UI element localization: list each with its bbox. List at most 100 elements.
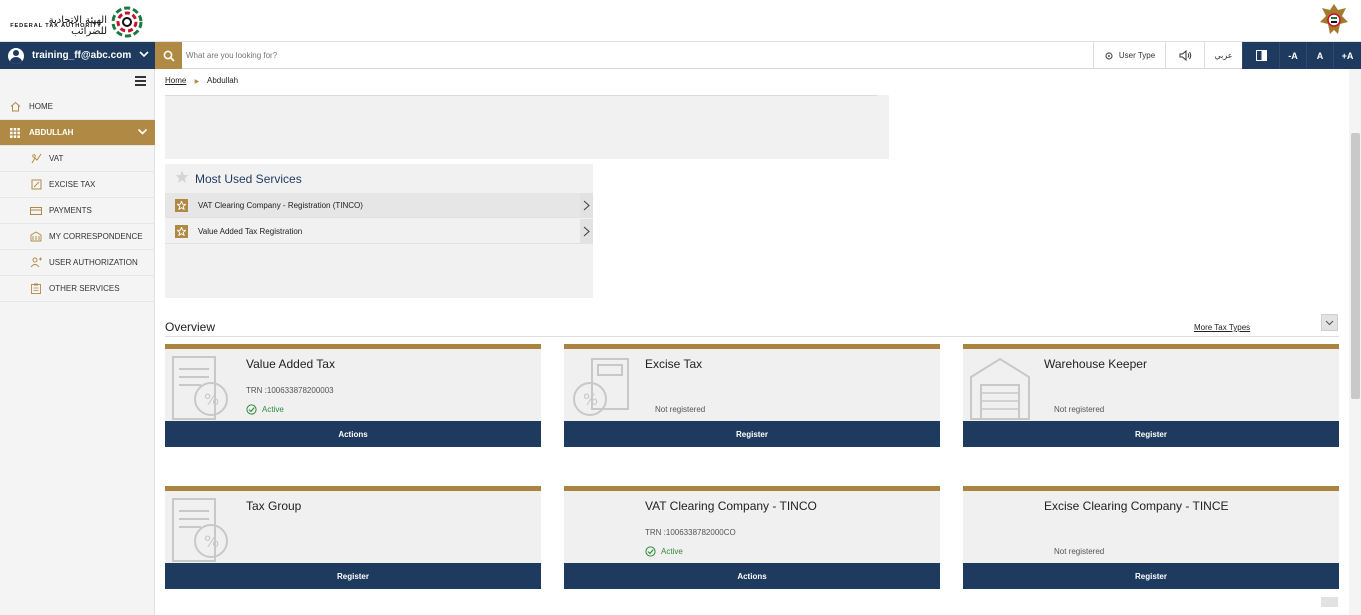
- top-header: الهيئة الاتحادية للضرائب FEDERAL TAX AUT…: [0, 0, 1361, 42]
- status-label: Not registered: [655, 405, 706, 414]
- audio-button[interactable]: [1165, 42, 1204, 69]
- breadcrumb-current: Abdullah: [206, 76, 239, 85]
- scrollbar-thumb[interactable]: [1351, 133, 1360, 399]
- register-button[interactable]: Register: [165, 563, 541, 589]
- card-trn: TRN :1006338782000CO: [645, 528, 736, 537]
- status-badge: Active: [645, 546, 683, 557]
- chevron-right-icon[interactable]: [580, 219, 593, 244]
- breadcrumb-separator-icon: ▶: [194, 79, 200, 85]
- register-button[interactable]: Register: [963, 421, 1339, 447]
- chevron-down-icon: [1325, 320, 1334, 325]
- tax-card-excise-tax: % Excise Tax Not registered Register: [564, 344, 940, 447]
- calculator-icon: %: [172, 498, 228, 562]
- search-icon: [163, 50, 175, 62]
- uae-emblem-icon: [1320, 4, 1348, 34]
- breadcrumb-home-link[interactable]: Home: [165, 76, 186, 85]
- actions-button[interactable]: Actions: [564, 563, 940, 589]
- register-button[interactable]: Register: [963, 563, 1339, 589]
- card-title: Excise Tax: [645, 357, 703, 371]
- fta-logo[interactable]: الهيئة الاتحادية للضرائب FEDERAL TAX AUT…: [0, 4, 145, 38]
- service-label: VAT Clearing Company - Registration (TIN…: [198, 200, 363, 210]
- check-circle-icon: [246, 404, 257, 415]
- contrast-icon: [1255, 50, 1267, 61]
- clipboard-icon: [30, 283, 42, 295]
- actions-button[interactable]: Actions: [165, 421, 541, 447]
- hamburger-menu-icon[interactable]: [135, 76, 146, 88]
- correspondence-icon: [30, 231, 42, 243]
- warehouse-icon: [970, 357, 1030, 420]
- card-title: Excise Clearing Company - TINCE: [1044, 499, 1229, 513]
- svg-text:%: %: [204, 532, 219, 551]
- svg-text:%: %: [204, 390, 219, 409]
- sidebar: HOME ABDULLAH VAT EXCISE TAX PAYMENTS MY…: [0, 69, 155, 615]
- scroll-to-top-button[interactable]: [1321, 597, 1338, 607]
- grid-icon: [9, 127, 21, 139]
- payments-icon: [30, 205, 42, 217]
- most-used-services-panel: Most Used Services VAT Clearing Company …: [165, 164, 593, 298]
- content-panel: [165, 95, 889, 159]
- sidebar-item-user-authorization[interactable]: USER AUTHORIZATION: [0, 250, 155, 276]
- sidebar-item-other-services[interactable]: OTHER SERVICES: [0, 276, 155, 302]
- chevron-right-icon[interactable]: [580, 193, 593, 218]
- calculator-icon: %: [573, 358, 629, 416]
- font-increase-button[interactable]: +A: [1333, 42, 1361, 69]
- service-label: Value Added Tax Registration: [198, 226, 303, 236]
- user-type-label: User Type: [1118, 51, 1156, 60]
- status-label: Not registered: [1054, 405, 1105, 414]
- sidebar-item-label: VAT: [49, 154, 64, 163]
- favorite-star-icon: [175, 224, 188, 238]
- search-button[interactable]: [155, 42, 182, 69]
- sidebar-item-abdullah[interactable]: ABDULLAH: [0, 120, 155, 146]
- user-account-menu[interactable]: training_ff@abc.com: [0, 42, 155, 69]
- sidebar-item-my-correspondence[interactable]: MY CORRESPONDENCE: [0, 224, 155, 250]
- fta-logo-icon: [111, 6, 143, 38]
- tax-card-tax-group: % Tax Group Register: [165, 486, 541, 589]
- status-label: Active: [661, 547, 683, 556]
- svg-text:%: %: [583, 390, 598, 409]
- sidebar-item-home[interactable]: HOME: [0, 94, 155, 120]
- sidebar-item-label: PAYMENTS: [49, 206, 92, 215]
- user-type-button[interactable]: User Type: [1093, 42, 1165, 69]
- sidebar-item-vat[interactable]: VAT: [0, 146, 155, 172]
- tax-card-value-added-tax: % Value Added Tax TRN :100633878200003 A…: [165, 344, 541, 447]
- user-authorization-icon: [30, 257, 42, 269]
- speaker-icon: [1179, 50, 1191, 61]
- calculator-icon: %: [172, 356, 228, 420]
- card-title: Value Added Tax: [246, 357, 335, 371]
- sidebar-item-payments[interactable]: PAYMENTS: [0, 198, 155, 224]
- vat-icon: [30, 153, 42, 165]
- home-icon: [9, 101, 21, 113]
- contrast-toggle[interactable]: [1242, 42, 1279, 69]
- language-toggle[interactable]: عربي: [1204, 42, 1242, 69]
- tax-card-vat-clearing-company: VAT Clearing Company - TINCO TRN :100633…: [564, 486, 940, 589]
- sidebar-item-label: USER AUTHORIZATION: [49, 258, 138, 267]
- register-button[interactable]: Register: [564, 421, 940, 447]
- breadcrumb: Home ▶ Abdullah: [165, 76, 238, 85]
- overview-title: Overview: [165, 320, 216, 334]
- favorite-star-icon: [175, 198, 188, 212]
- card-title: VAT Clearing Company - TINCO: [645, 499, 817, 513]
- excise-icon: [30, 179, 42, 191]
- divider: [165, 336, 1339, 337]
- card-title: Warehouse Keeper: [1044, 357, 1147, 371]
- star-icon: [175, 170, 189, 183]
- status-badge: Active: [246, 404, 284, 415]
- logo-english-text: FEDERAL TAX AUTHORITY: [10, 23, 102, 29]
- most-used-services-title: Most Used Services: [195, 172, 302, 186]
- search-input[interactable]: [186, 46, 886, 65]
- more-tax-types-dropdown[interactable]: [1321, 314, 1338, 331]
- more-tax-types-link[interactable]: More Tax Types: [1194, 323, 1250, 332]
- navigation-bar: training_ff@abc.com User Type عربي -A A …: [0, 42, 1361, 69]
- most-used-service-item[interactable]: Value Added Tax Registration: [165, 219, 593, 244]
- sidebar-item-label: OTHER SERVICES: [49, 284, 120, 293]
- font-decrease-button[interactable]: -A: [1279, 42, 1306, 69]
- card-title: Tax Group: [246, 499, 302, 513]
- sidebar-item-label: HOME: [29, 102, 53, 111]
- most-used-service-item[interactable]: VAT Clearing Company - Registration (TIN…: [165, 193, 593, 218]
- font-normal-button[interactable]: A: [1306, 42, 1333, 69]
- status-label: Active: [262, 405, 284, 414]
- tax-card-excise-clearing-company: Excise Clearing Company - TINCE Not regi…: [963, 486, 1339, 589]
- sidebar-item-excise-tax[interactable]: EXCISE TAX: [0, 172, 155, 198]
- status-label: Not registered: [1054, 547, 1105, 556]
- check-circle-icon: [645, 546, 656, 557]
